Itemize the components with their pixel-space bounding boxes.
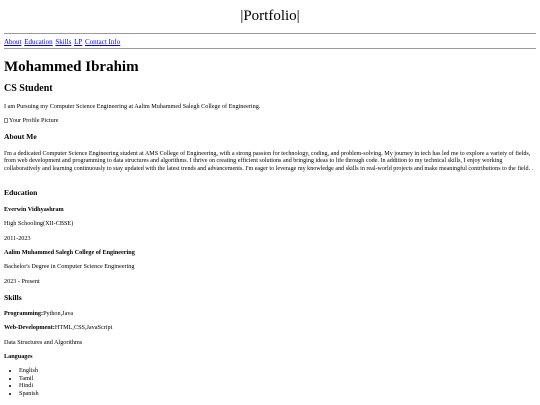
header-divider-bottom xyxy=(4,48,536,49)
language-item: Spanish xyxy=(19,390,39,398)
skill-programming-label: Programming: xyxy=(4,310,44,317)
education-heading: Education xyxy=(4,188,38,197)
skills-heading: Skills xyxy=(4,293,22,302)
nav-link-contact-info[interactable]: Contact Info xyxy=(85,38,120,46)
about-heading: About Me xyxy=(4,132,37,141)
profile-picture-alt: Your Profile Picture xyxy=(9,117,59,124)
profile-name: Mohammed Ibrahim xyxy=(4,59,139,75)
education-degree-2: Bachelor's Degree in Computer Science En… xyxy=(4,263,135,270)
top-nav: About Education Skills LP Contact Info xyxy=(4,38,121,46)
broken-image-icon xyxy=(4,118,8,123)
languages-list: English Tamil Hindi Spanish xyxy=(4,367,39,397)
education-years-2: 2023 - Present xyxy=(4,278,40,285)
education-years-1: 2011-2023 xyxy=(4,235,31,242)
languages-heading: Languages xyxy=(4,353,33,360)
skill-programming: Programming:Python,Java xyxy=(4,310,73,317)
intro-text: I am Pursuing my Computer Science Engine… xyxy=(4,103,261,110)
nav-link-about[interactable]: About xyxy=(4,38,22,46)
profile-picture: Your Profile Picture xyxy=(4,117,59,124)
education-school-1: Everwin Vidhyashram xyxy=(4,206,64,213)
page: |Portfolio| About Education Skills LP Co… xyxy=(0,0,540,405)
skill-web-value: HTML,CSS,JavaScript xyxy=(54,324,113,331)
about-text: I'm a dedicated Computer Science Enginee… xyxy=(4,151,534,172)
skill-dsa: Data Structures and Algorithms xyxy=(4,339,83,346)
nav-link-education[interactable]: Education xyxy=(24,38,52,46)
education-school-2: Aalim Muhammed Salegh College of Enginee… xyxy=(4,249,135,256)
language-item: Tamil xyxy=(19,375,39,383)
skill-programming-value: Python,Java xyxy=(43,310,74,317)
language-item: Hindi xyxy=(19,382,39,390)
nav-link-skills[interactable]: Skills xyxy=(55,38,71,46)
skill-web-label: Web-Development: xyxy=(4,324,55,331)
skill-web-development: Web-Development:HTML,CSS,JavaScript xyxy=(4,324,112,331)
header-divider-top xyxy=(4,33,536,34)
nav-link-lp[interactable]: LP xyxy=(74,38,82,46)
site-title: |Portfolio| xyxy=(240,8,300,24)
profile-role: CS Student xyxy=(4,83,53,94)
language-item: English xyxy=(19,367,39,375)
education-degree-1: High Schooling(XII-CBSE) xyxy=(4,220,74,227)
